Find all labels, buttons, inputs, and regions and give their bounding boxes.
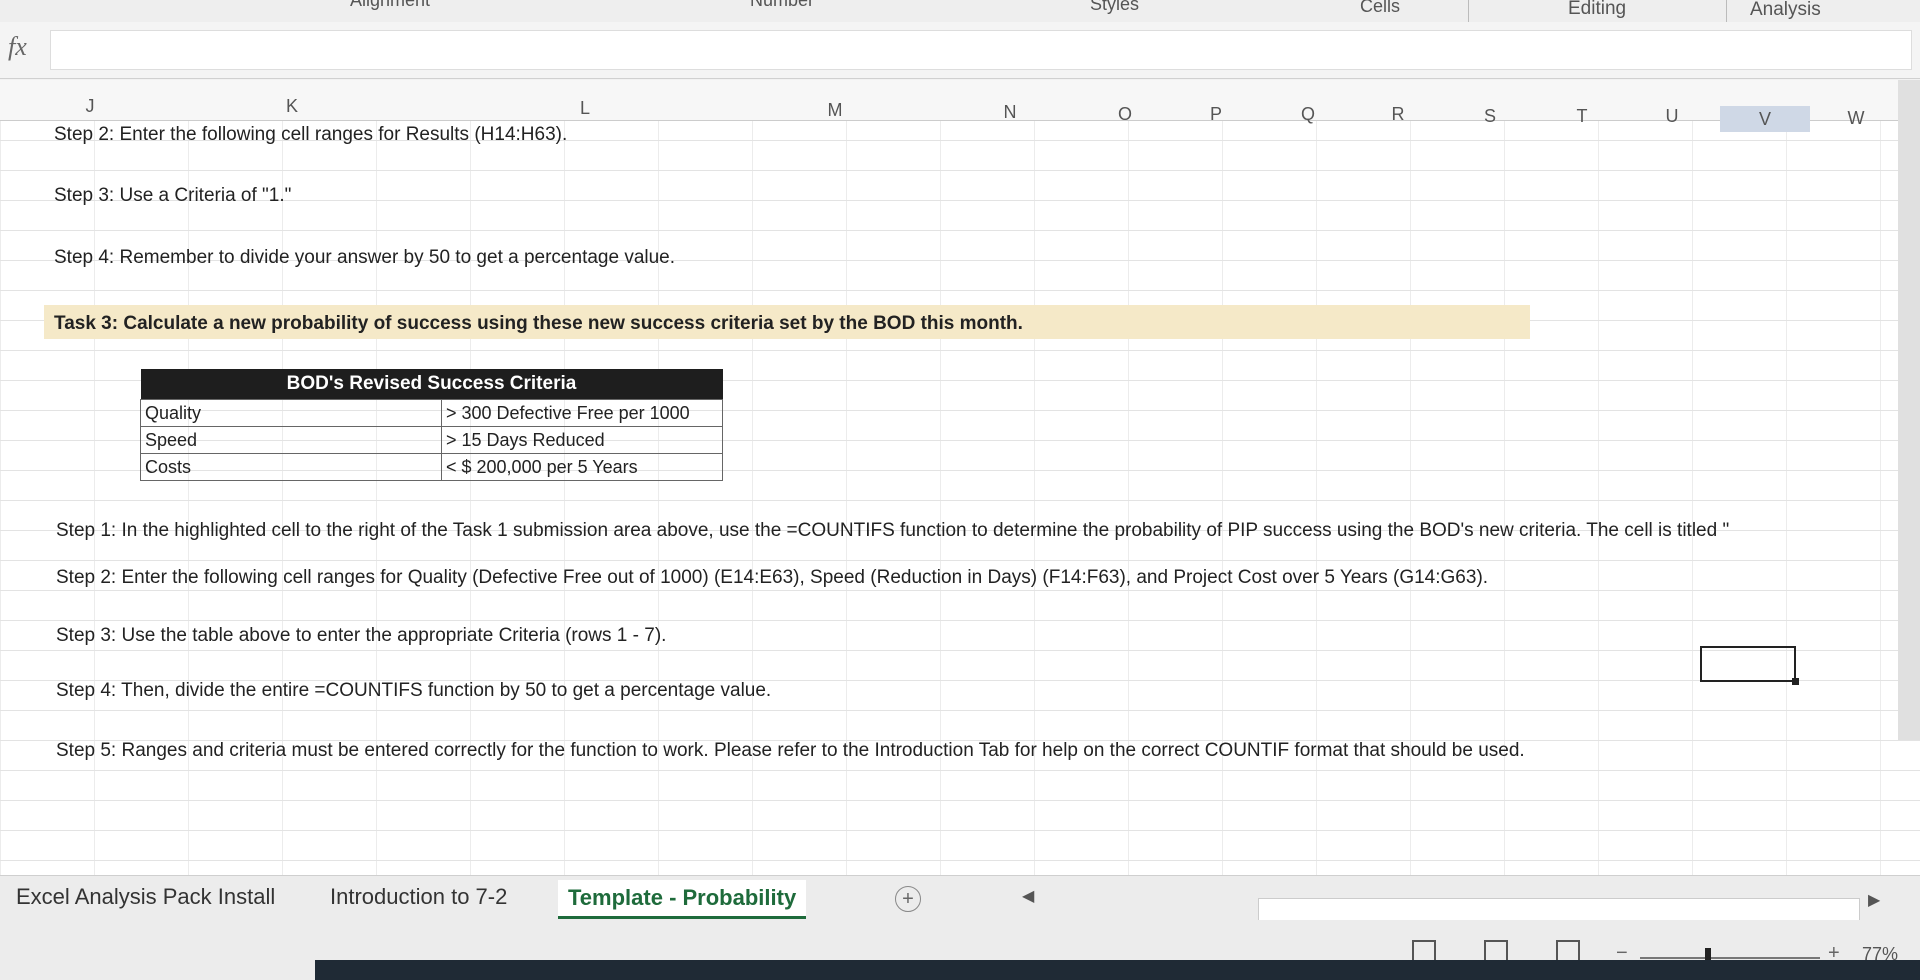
ribbon-separator (1726, 0, 1727, 22)
ribbon-separator (1468, 0, 1469, 22)
ribbon-group-alignment[interactable]: Alignment (350, 0, 430, 11)
criteria-label-quality[interactable]: Quality (140, 399, 442, 427)
tab-template-probability[interactable]: Template - Probability (558, 880, 807, 919)
ribbon-group-number[interactable]: Number (750, 0, 814, 11)
column-header-j[interactable]: J (70, 96, 110, 117)
ribbon: Alignment Number Styles Cells Editing An… (0, 0, 1920, 23)
formula-input[interactable] (50, 30, 1912, 70)
column-header-w[interactable]: W (1836, 108, 1876, 129)
step4-divide: Step 4: Remember to divide your answer b… (54, 247, 676, 268)
column-header-l[interactable]: L (565, 98, 605, 119)
column-header-s[interactable]: S (1470, 106, 1510, 127)
ribbon-group-editing[interactable]: Editing (1568, 0, 1626, 20)
zoom-slider[interactable] (1640, 957, 1820, 959)
column-header-q[interactable]: Q (1288, 104, 1328, 125)
task3-step1: Step 1: In the highlighted cell to the r… (56, 520, 1730, 541)
table-row: Costs < $ 200,000 per 5 Years (140, 453, 723, 481)
criteria-table-title: BOD's Revised Success Criteria (140, 369, 723, 400)
task3-text: Task 3: Calculate a new probability of s… (54, 313, 1023, 334)
column-header-p[interactable]: P (1196, 104, 1236, 125)
ribbon-group-analysis[interactable]: Analysis (1750, 0, 1821, 21)
column-header-k[interactable]: K (272, 96, 312, 117)
criteria-table: BOD's Revised Success Criteria Quality >… (140, 369, 723, 481)
column-header-u[interactable]: U (1652, 106, 1692, 127)
task3-banner: Task 3: Calculate a new probability of s… (44, 305, 1530, 339)
criteria-label-speed[interactable]: Speed (140, 426, 442, 454)
add-sheet-icon[interactable]: + (895, 886, 921, 912)
sheet-tab-bar: Excel Analysis Pack Install Introduction… (0, 875, 1920, 926)
column-header-v[interactable]: V (1720, 106, 1810, 132)
column-header-t[interactable]: T (1562, 106, 1602, 127)
ribbon-group-cells[interactable]: Cells (1360, 0, 1400, 17)
tab-excel-analysis-pack-install[interactable]: Excel Analysis Pack Install (16, 884, 275, 910)
criteria-label-costs[interactable]: Costs (140, 453, 442, 481)
task3-step5: Step 5: Ranges and criteria must be ente… (56, 740, 1525, 761)
task3-step4: Step 4: Then, divide the entire =COUNTIF… (56, 680, 772, 701)
task3-step3: Step 3: Use the table above to enter the… (56, 625, 667, 646)
column-header-r[interactable]: R (1378, 104, 1418, 125)
tab-introduction-to-7-2[interactable]: Introduction to 7-2 (330, 884, 507, 910)
vertical-scrollbar[interactable] (1898, 80, 1920, 740)
task3-step2: Step 2: Enter the following cell ranges … (56, 567, 1489, 588)
table-row: Quality > 300 Defective Free per 1000 (140, 399, 723, 427)
step2-results: Step 2: Enter the following cell ranges … (54, 124, 568, 145)
os-taskbar (315, 960, 1920, 980)
column-headers: J K L M N O P Q R S T U V W (0, 80, 1920, 132)
scroll-left-icon[interactable]: ◀ (1022, 886, 1034, 906)
criteria-value-speed[interactable]: > 15 Days Reduced (441, 426, 723, 454)
criteria-value-costs[interactable]: < $ 200,000 per 5 Years (441, 453, 723, 481)
column-header-m[interactable]: M (815, 100, 855, 121)
scroll-right-icon[interactable]: ▶ (1868, 890, 1880, 910)
column-header-n[interactable]: N (990, 102, 1030, 123)
step3-criteria: Step 3: Use a Criteria of "1." (54, 185, 292, 206)
table-row: Speed > 15 Days Reduced (140, 426, 723, 454)
column-header-o[interactable]: O (1105, 104, 1145, 125)
criteria-value-quality[interactable]: > 300 Defective Free per 1000 (441, 399, 723, 427)
fx-icon[interactable]: fx (8, 32, 27, 62)
formula-bar: fx (0, 22, 1920, 79)
ribbon-group-styles[interactable]: Styles (1090, 0, 1139, 15)
worksheet-grid[interactable]: J K L M N O P Q R S T U V W Step 2: Ente… (0, 80, 1920, 875)
selected-cell[interactable] (1700, 646, 1799, 685)
